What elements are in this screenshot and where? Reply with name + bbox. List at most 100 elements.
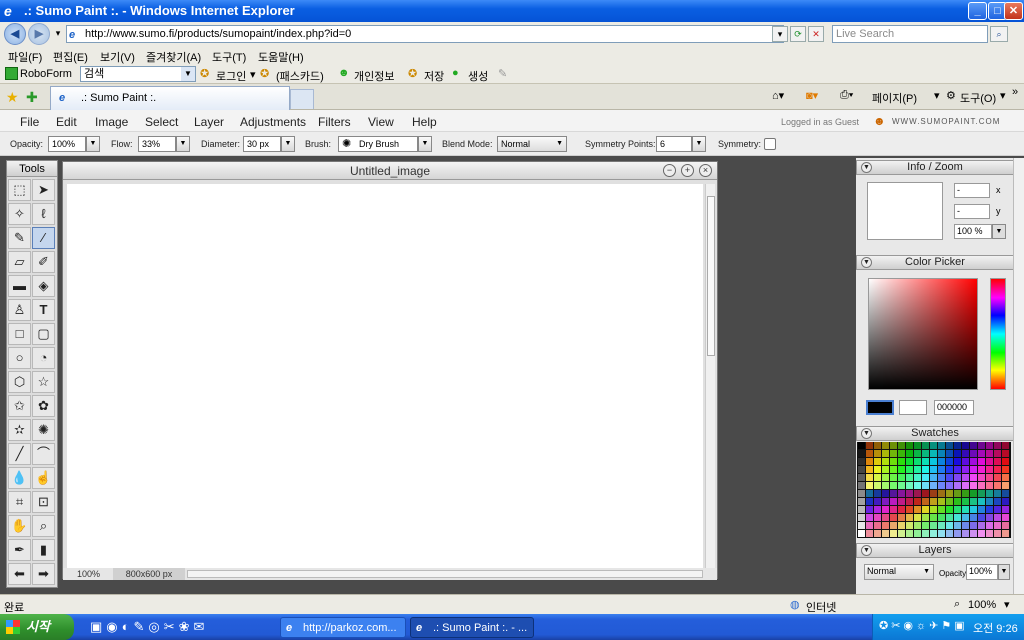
swatch-cell[interactable] [922,442,929,449]
star-icon[interactable]: ☆ [32,371,55,393]
swatch-cell[interactable] [866,522,873,529]
swatch-cell[interactable] [882,514,889,521]
swatch-cell[interactable] [898,506,905,513]
swatch-cell[interactable] [882,458,889,465]
sumo-menu-layer[interactable]: Layer [194,115,224,129]
swatch-cell[interactable] [898,514,905,521]
chevron-down-icon[interactable]: ▾ [1004,598,1010,611]
rect-select-icon[interactable]: ⬚ [8,179,31,201]
swatch-cell[interactable] [970,490,977,497]
minimize-icon[interactable]: − [663,164,676,177]
login-status[interactable]: Logged in as Guest [781,117,859,127]
swatch-cell[interactable] [970,458,977,465]
swatch-cell[interactable] [946,474,953,481]
swatch-cell[interactable] [962,482,969,489]
swatch-cell[interactable] [914,450,921,457]
swatch-cell[interactable] [938,530,945,537]
maximize-icon[interactable]: + [681,164,694,177]
page-scrollbar[interactable] [1013,158,1024,594]
swatch-cell[interactable] [882,450,889,457]
chevron-down-icon[interactable]: ▼ [418,136,432,152]
swatch-cell[interactable] [978,458,985,465]
swatch-cell[interactable] [946,450,953,457]
swatch-cell[interactable] [986,450,993,457]
curve-icon[interactable]: ⌒ [32,443,55,465]
hand-icon[interactable]: ✋ [8,515,31,537]
swatch-grid[interactable] [857,442,1011,538]
foreground-color-swatch[interactable] [866,400,894,415]
flow-input[interactable]: 33% [138,136,176,152]
zoom-icon[interactable]: ⌕ [32,515,55,537]
swatch-cell[interactable] [898,466,905,473]
swatch-cell[interactable] [994,514,1001,521]
hexagon-icon[interactable]: ⬡ [8,371,31,393]
swatch-cell[interactable] [866,442,873,449]
live-search-input[interactable]: Live Search [832,25,988,43]
line-icon[interactable]: ╱ [8,443,31,465]
menu-favorites[interactable]: 즐겨찾기(A) [146,49,201,65]
menu-view[interactable]: 보기(V) [100,49,135,65]
swatch-cell[interactable] [906,458,913,465]
swatch-cell[interactable] [986,442,993,449]
swatch-cell[interactable] [938,498,945,505]
ie-zoom-level[interactable]: 100% [968,599,996,611]
flower-shape-icon[interactable]: ✿ [32,395,55,417]
swatch-cell[interactable] [930,442,937,449]
swatch-cell[interactable] [914,442,921,449]
swatch-cell[interactable] [866,514,873,521]
swatch-cell[interactable] [890,498,897,505]
swatch-cell[interactable] [858,474,865,481]
swatch-cell[interactable] [954,490,961,497]
sumo-menu-help[interactable]: Help [412,115,437,129]
url-dropdown-icon[interactable]: ▾ [772,26,788,42]
paint-bucket-icon[interactable]: ◈ [32,275,55,297]
swatch-cell[interactable] [874,482,881,489]
swatch-cell[interactable] [914,490,921,497]
swatch-cell[interactable] [890,458,897,465]
swatch-cell[interactable] [954,498,961,505]
swatch-cell[interactable] [1002,450,1009,457]
swatch-cell[interactable] [930,522,937,529]
swatch-cell[interactable] [954,450,961,457]
tray-icons[interactable]: ✪✂◉☼✈⚑▣ [879,619,968,632]
swatch-cell[interactable] [1002,498,1009,505]
swatch-cell[interactable] [874,490,881,497]
trash-icon[interactable]: ▮ [32,539,55,561]
move-arrow-icon[interactable]: ➤ [32,179,55,201]
swatch-cell[interactable] [994,506,1001,513]
swatch-cell[interactable] [914,530,921,537]
eyedropper-icon[interactable]: ✒ [8,539,31,561]
print-icon[interactable]: ⎙▾ [840,89,853,102]
swatch-cell[interactable] [986,514,993,521]
chevron-down-icon[interactable]: ▼ [998,564,1010,580]
swatch-cell[interactable] [914,458,921,465]
swatch-cell[interactable] [882,466,889,473]
swatch-cell[interactable] [994,530,1001,537]
swatch-cell[interactable] [906,498,913,505]
swatch-cell[interactable] [866,466,873,473]
sumo-menu-adjustments[interactable]: Adjustments [240,115,306,129]
start-button[interactable]: 시작 [0,614,74,640]
swatch-cell[interactable] [954,458,961,465]
swatch-cell[interactable] [970,522,977,529]
swatch-cell[interactable] [994,490,1001,497]
swatch-cell[interactable] [962,506,969,513]
swatch-cell[interactable] [890,490,897,497]
diameter-input[interactable]: 30 px [243,136,281,152]
swatch-cell[interactable] [938,490,945,497]
swatch-cell[interactable] [978,474,985,481]
arrow-right-icon[interactable]: ➡ [32,563,55,585]
taskbar-item-sumopaint[interactable]: e .: Sumo Paint :. - ... [410,617,534,638]
text-tool-icon[interactable]: T [32,299,55,321]
feeds-icon[interactable]: ◙▾ [806,89,818,102]
swatch-cell[interactable] [898,474,905,481]
swatch-cell[interactable] [962,458,969,465]
sumo-menu-view[interactable]: View [368,115,394,129]
sumo-menu-filters[interactable]: Filters [318,115,351,129]
collapse-icon[interactable]: ▼ [861,428,872,439]
swatch-cell[interactable] [962,522,969,529]
swatch-cell[interactable] [970,514,977,521]
symmetry-checkbox[interactable] [764,138,776,150]
swatch-cell[interactable] [1002,474,1009,481]
roboform-save[interactable]: 저장 [424,68,444,84]
